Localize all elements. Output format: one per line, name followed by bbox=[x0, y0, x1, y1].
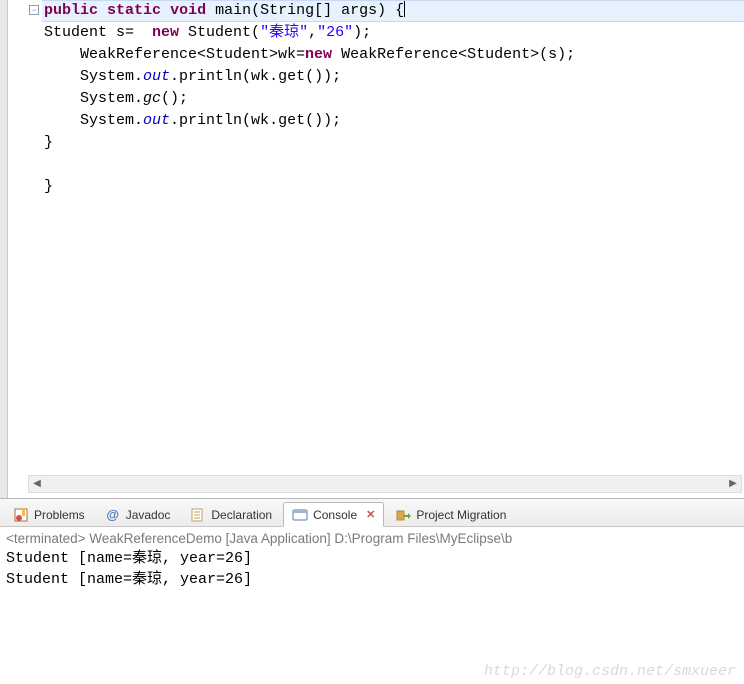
fold-column: − bbox=[28, 0, 42, 498]
code-line-5: System.gc(); bbox=[42, 88, 744, 110]
tab-label: Console bbox=[313, 508, 357, 522]
code-editor[interactable]: public static void main(String[] args) {… bbox=[42, 0, 744, 498]
tab-label: Problems bbox=[34, 508, 85, 522]
tab-project-migration[interactable]: Project Migration bbox=[386, 502, 515, 526]
tab-label: Declaration bbox=[211, 508, 272, 522]
code-line-8 bbox=[42, 154, 744, 176]
console-process-label: <terminated> WeakReferenceDemo [Java App… bbox=[0, 527, 744, 548]
console-line: Student [name=秦琼, year=26] bbox=[6, 569, 738, 590]
problems-icon bbox=[13, 507, 29, 523]
fold-toggle-icon[interactable]: − bbox=[29, 5, 39, 15]
bottom-panel: Problems @ Javadoc Declaration Console ✕… bbox=[0, 498, 744, 684]
text-cursor bbox=[404, 1, 405, 17]
scroll-right-icon[interactable]: ▶ bbox=[725, 476, 741, 492]
close-icon[interactable]: ✕ bbox=[366, 508, 375, 521]
tab-bar: Problems @ Javadoc Declaration Console ✕… bbox=[0, 499, 744, 527]
horizontal-scrollbar[interactable]: ◀ ▶ bbox=[28, 475, 742, 493]
console-output[interactable]: Student [name=秦琼, year=26]Student [name=… bbox=[0, 548, 744, 596]
code-line-2: Student s= new Student("秦琼","26"); bbox=[42, 22, 744, 44]
console-line: Student [name=秦琼, year=26] bbox=[6, 548, 738, 569]
tab-javadoc[interactable]: @ Javadoc bbox=[96, 502, 180, 526]
code-line-9: } bbox=[42, 176, 744, 198]
tab-label: Project Migration bbox=[416, 508, 506, 522]
console-icon bbox=[292, 507, 308, 523]
tab-console[interactable]: Console ✕ bbox=[283, 502, 384, 527]
tab-label: Javadoc bbox=[126, 508, 171, 522]
scroll-left-icon[interactable]: ◀ bbox=[29, 476, 45, 492]
javadoc-icon: @ bbox=[105, 507, 121, 523]
declaration-icon bbox=[190, 507, 206, 523]
vertical-ruler bbox=[0, 0, 8, 498]
tab-problems[interactable]: Problems bbox=[4, 502, 94, 526]
code-line-4: System.out.println(wk.get()); bbox=[42, 66, 744, 88]
code-line-6: System.out.println(wk.get()); bbox=[42, 110, 744, 132]
code-line-1: public static void main(String[] args) { bbox=[42, 0, 744, 22]
migration-icon bbox=[395, 507, 411, 523]
editor-container: − public static void main(String[] args)… bbox=[0, 0, 744, 498]
marker-column bbox=[8, 0, 28, 498]
tab-declaration[interactable]: Declaration bbox=[181, 502, 281, 526]
code-line-3: WeakReference<Student>wk=new WeakReferen… bbox=[42, 44, 744, 66]
code-line-7: } bbox=[42, 132, 744, 154]
